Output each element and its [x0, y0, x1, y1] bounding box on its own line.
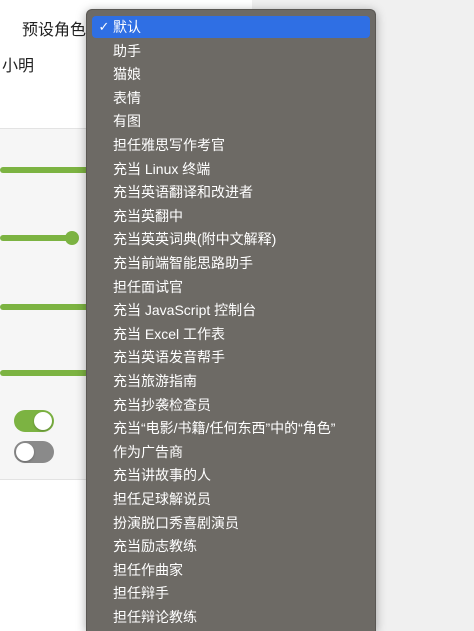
- menu-item[interactable]: 充当英翻中: [92, 205, 370, 227]
- menu-item-label: 充当“电影/书籍/任何东西”中的“角色”: [113, 420, 336, 437]
- menu-item[interactable]: 猫娘: [92, 63, 370, 85]
- menu-item-label: 充当英翻中: [113, 207, 183, 224]
- toggle-1[interactable]: [14, 410, 54, 432]
- menu-item-label: 充当 Excel 工作表: [113, 325, 226, 342]
- menu-item[interactable]: 充当前端智能思路助手: [92, 252, 370, 274]
- menu-item-label: 助手: [113, 42, 141, 59]
- menu-item-label: 充当 Linux 终端: [113, 160, 211, 177]
- menu-item[interactable]: 充当 Excel 工作表: [92, 323, 370, 345]
- name-value[interactable]: 小明: [2, 52, 34, 76]
- menu-item[interactable]: 担任辩手: [92, 582, 370, 604]
- slider-2[interactable]: [0, 235, 72, 241]
- menu-item-label: 充当前端智能思路助手: [113, 255, 253, 271]
- menu-item[interactable]: 充当英英词典(附中文解释): [92, 228, 370, 250]
- toggle-knob: [34, 412, 52, 430]
- menu-item[interactable]: 充当旅游指南: [92, 370, 370, 392]
- menu-item-label: 担任足球解说员: [113, 491, 211, 507]
- menu-item-label: 担任辩手: [113, 585, 169, 602]
- slider-1[interactable]: [0, 167, 90, 173]
- menu-item[interactable]: 充当讲故事的人: [92, 464, 370, 486]
- menu-item-label: 充当 JavaScript 控制台: [113, 302, 257, 319]
- toggle-2[interactable]: [14, 441, 54, 463]
- menu-item[interactable]: 充当英语翻译和改进者: [92, 181, 370, 203]
- menu-item[interactable]: 表情: [92, 87, 370, 109]
- menu-item-label: 作为广告商: [113, 443, 183, 460]
- preset-role-dropdown[interactable]: ✓ 默认助手猫娘表情有图担任雅思写作考官 充当 Linux 终端充当英语翻译和改进者…: [86, 9, 376, 631]
- menu-item-label: 充当旅游指南: [113, 373, 197, 389]
- checkmark-icon: ✓: [98, 19, 110, 34]
- menu-item[interactable]: 充当励志教练: [92, 535, 370, 557]
- toggle-knob: [16, 443, 34, 461]
- menu-item[interactable]: 充当“电影/书籍/任何东西”中的“角色”: [92, 417, 370, 439]
- slider-3[interactable]: [0, 304, 90, 310]
- menu-item-label: 担任雅思写作考官: [113, 137, 225, 153]
- menu-item-label: 担任作曲家: [113, 561, 183, 578]
- menu-item-label: 有图: [113, 113, 141, 130]
- menu-item[interactable]: ✓ 默认: [92, 16, 370, 38]
- menu-item[interactable]: 担任作曲家: [92, 559, 370, 581]
- menu-item[interactable]: 充当 Linux 终端: [92, 158, 370, 180]
- menu-item-label: 担任面试官: [113, 278, 183, 295]
- menu-item-label: 猫娘: [113, 66, 141, 83]
- menu-item-label: 默认: [113, 19, 141, 35]
- menu-item[interactable]: 担任辩论教练: [92, 606, 370, 628]
- menu-item-label: 表情: [113, 89, 141, 106]
- menu-item-label: 扮演脱口秀喜剧演员: [113, 514, 239, 531]
- menu-item-label: 充当抄袭检查员: [113, 396, 211, 413]
- menu-item-label: 充当英英词典(附中文解释): [113, 231, 277, 248]
- slider-2-thumb[interactable]: [65, 231, 79, 245]
- preset-role-label: 预设角色: [22, 22, 87, 39]
- menu-item[interactable]: 充当抄袭检查员: [92, 394, 370, 416]
- menu-item[interactable]: 有图: [92, 110, 370, 132]
- menu-item[interactable]: 担任面试官: [92, 276, 370, 298]
- menu-item[interactable]: 充当 JavaScript 控制台: [92, 299, 370, 321]
- menu-item-label: 充当英语翻译和改进者: [113, 184, 253, 201]
- menu-item[interactable]: 担任雅思写作考官: [92, 134, 370, 156]
- menu-item-label: 充当励志教练: [113, 538, 197, 555]
- menu-item[interactable]: 充当英语发音帮手: [92, 346, 370, 368]
- menu-item-label: 充当英语发音帮手: [113, 349, 225, 366]
- menu-item[interactable]: 扮演脱口秀喜剧演员: [92, 512, 370, 534]
- menu-item-label: 充当讲故事的人: [113, 467, 211, 484]
- slider-4[interactable]: [0, 370, 90, 376]
- menu-item[interactable]: 担任足球解说员: [92, 488, 370, 510]
- menu-item[interactable]: 助手: [92, 40, 370, 62]
- menu-item-label: 担任辩论教练: [113, 609, 197, 625]
- menu-item[interactable]: 作为广告商: [92, 441, 370, 463]
